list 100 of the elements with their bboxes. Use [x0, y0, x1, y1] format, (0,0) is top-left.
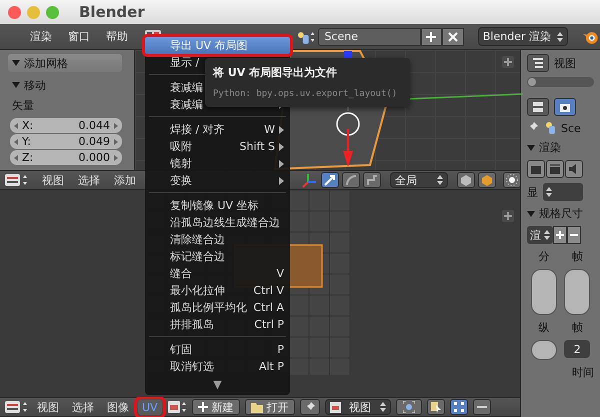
menu-item[interactable]: 视图	[42, 172, 64, 188]
menu-item[interactable]: 标记缝合边	[145, 248, 290, 265]
layer-button[interactable]	[478, 172, 496, 188]
editor-type-icon[interactable]	[4, 399, 28, 415]
clapper-button[interactable]	[546, 160, 564, 178]
add-button[interactable]	[420, 28, 442, 46]
menu-item[interactable]: 镜射	[145, 155, 290, 172]
open-image-button[interactable]: 打开	[244, 399, 295, 415]
new-image-button[interactable]: 新建	[192, 399, 240, 415]
shortcut-text: Ctrl P	[254, 318, 284, 331]
render-button[interactable]	[503, 172, 521, 188]
plus-icon	[426, 32, 436, 42]
menu-item[interactable]: 视图	[33, 398, 63, 416]
camera-button[interactable]	[527, 160, 545, 178]
shortcut-text: W	[264, 123, 275, 136]
time-label: 时间	[571, 365, 594, 380]
minus-icon	[570, 231, 578, 239]
aspect-field[interactable]	[530, 340, 557, 360]
add-preset-button[interactable]	[553, 226, 567, 244]
camera-icon	[530, 163, 542, 175]
plus-icon	[198, 402, 208, 412]
display-dropdown[interactable]	[543, 183, 583, 201]
scene-icon	[544, 121, 556, 135]
panel-title: 规格尺寸	[539, 206, 583, 221]
orientation-dropdown[interactable]: 全局	[390, 172, 448, 188]
resolution-field[interactable]	[530, 269, 557, 315]
tooltip-python: Python: bpy.ops.uv.export_layout()	[213, 88, 398, 100]
column-label: 分	[538, 249, 550, 264]
number-field[interactable]: Z: 0.000	[10, 150, 122, 165]
panel-title: 添加网格	[24, 56, 68, 70]
cursor-icon	[430, 401, 442, 413]
menu-item[interactable]: 帮助	[106, 29, 128, 44]
arrow-left-icon	[14, 154, 18, 160]
operator-title: 移动	[24, 78, 46, 92]
arrow-right-icon	[114, 138, 118, 144]
disclosure-triangle-icon	[12, 81, 20, 89]
pivot-button[interactable]	[396, 399, 422, 415]
menu-item[interactable]: 孤岛比例平均化 Ctrl A	[145, 299, 290, 316]
window-title: Blender	[79, 3, 145, 21]
number-field[interactable]: X: 0.044	[10, 118, 122, 133]
menu-item[interactable]: 缝合 V	[145, 265, 290, 282]
column-label: 帧	[572, 249, 583, 264]
menu-item[interactable]: 窗口	[68, 29, 90, 44]
menu-item[interactable]: 沿孤岛边线生成缝合边	[145, 214, 290, 231]
stepper-icon	[557, 30, 564, 42]
menu-item[interactable]: 取消钉选 Alt P	[145, 358, 290, 375]
stepper-icon	[546, 186, 552, 198]
menu-item[interactable]: 拼排孤岛 Ctrl P	[145, 316, 290, 333]
disclosure-triangle-icon	[527, 144, 535, 152]
sun-icon	[506, 174, 518, 186]
menu-item[interactable]: 渲染	[30, 29, 52, 44]
properties-type-button[interactable]	[527, 98, 549, 116]
menu-item[interactable]: 选择	[78, 172, 100, 188]
render-engine-dropdown[interactable]: Blender 渲染	[478, 27, 568, 46]
translate-button[interactable]	[321, 172, 339, 188]
shortcut-text: V	[276, 267, 284, 280]
menu-item[interactable]: 添加	[114, 172, 136, 188]
properties-icon	[532, 101, 544, 113]
stepper-icon	[437, 174, 443, 186]
scene-field[interactable]: Scene	[318, 28, 421, 46]
camera-icon	[559, 101, 571, 113]
frame-field[interactable]	[564, 269, 590, 315]
remove-preset-button[interactable]	[567, 226, 581, 244]
column-label: 纵	[538, 320, 550, 335]
arrow-left-icon	[14, 138, 18, 144]
speaker-button[interactable]	[565, 160, 583, 178]
stepper-icon	[380, 401, 386, 413]
preset-dropdown[interactable]: 渲	[527, 226, 553, 244]
menu-item[interactable]: 图像	[103, 398, 133, 416]
plus-icon	[502, 56, 514, 68]
number-field[interactable]: Y: 0.049	[10, 134, 122, 149]
layer-button[interactable]	[457, 172, 475, 188]
image-browse-icon[interactable]	[166, 399, 187, 415]
menu-item[interactable]: 选择	[68, 398, 98, 416]
menu-item[interactable]: 钉固 P	[145, 341, 290, 358]
scrollbar[interactable]	[527, 77, 594, 87]
axes-icon[interactable]	[300, 172, 318, 188]
menu-item[interactable]: 吸附 Shift S	[145, 138, 290, 155]
frame-step-field[interactable]: 2	[564, 340, 590, 358]
plus-icon	[502, 210, 514, 222]
tooltip-title: 将 UV 布局图导出为文件	[213, 65, 338, 80]
editor-type-icon[interactable]	[4, 172, 28, 188]
menu-item[interactable]: 焊接 / 对齐 W	[145, 121, 290, 138]
rotate-button[interactable]	[342, 172, 360, 188]
scale-button[interactable]	[363, 172, 381, 188]
render-tab[interactable]	[554, 98, 576, 116]
shortcut-text: Ctrl A	[253, 301, 284, 314]
sync-button[interactable]	[426, 399, 445, 415]
select-mode-button[interactable]	[472, 399, 491, 415]
menu-item[interactable]: 变换	[145, 172, 290, 189]
scroll-down-arrow[interactable]: ▼	[145, 375, 290, 395]
menu-item[interactable]: 清除缝合边	[145, 231, 290, 248]
outliner-type-button[interactable]	[527, 54, 549, 72]
menu-item[interactable]: 复制镜像 UV 坐标	[145, 197, 290, 214]
menu-item[interactable]: 最小化拉伸 Ctrl V	[145, 282, 290, 299]
view-mode-dropdown[interactable]: 视图	[324, 399, 391, 415]
menu-item[interactable]: 导出 UV 布局图	[145, 37, 290, 54]
close-button[interactable]	[442, 28, 464, 46]
select-mode-button[interactable]	[450, 399, 468, 415]
arrow-right-icon	[114, 122, 118, 128]
